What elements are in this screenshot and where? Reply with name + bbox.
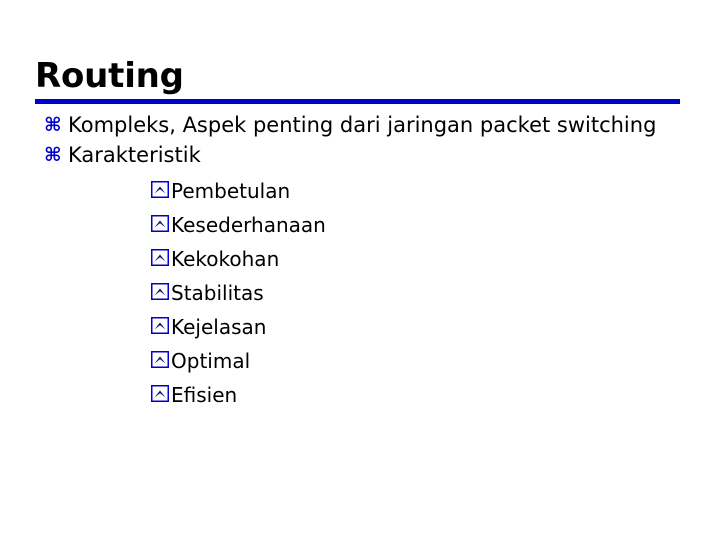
- command-bullet-icon: ⌘: [44, 114, 62, 136]
- caret-box-bullet-icon: [151, 351, 169, 368]
- list-item-level2: Pembetulan: [68, 174, 668, 208]
- sub-outline-list: Pembetulan Kesederhanaan Kekokohan Stabi…: [68, 174, 668, 412]
- caret-box-bullet-icon: [151, 283, 169, 300]
- list-item-label: Kekokohan: [171, 247, 280, 271]
- command-bullet-icon: ⌘: [44, 144, 62, 166]
- list-item-label: Optimal: [171, 349, 251, 373]
- list-item-level2: Stabilitas: [68, 276, 668, 310]
- list-item-label: Pembetulan: [171, 179, 291, 203]
- list-item-label: Karakteristik: [68, 143, 201, 167]
- outline-list: ⌘ Kompleks, Aspek penting dari jaringan …: [0, 110, 720, 412]
- list-item-label: Efisien: [171, 383, 238, 407]
- caret-box-bullet-icon: [151, 317, 169, 334]
- slide-body: ⌘ Kompleks, Aspek penting dari jaringan …: [0, 110, 720, 412]
- caret-box-bullet-icon: [151, 385, 169, 402]
- list-item-level2: Optimal: [68, 344, 668, 378]
- title-block: Routing: [35, 57, 685, 95]
- page-title: Routing: [35, 56, 184, 96]
- caret-box-bullet-icon: [151, 215, 169, 232]
- list-item-level2: Efisien: [68, 378, 668, 412]
- list-item-label: Kesederhanaan: [171, 213, 326, 237]
- caret-box-bullet-icon: [151, 249, 169, 266]
- list-item-level2: Kejelasan: [68, 310, 668, 344]
- list-item-label: Stabilitas: [171, 281, 264, 305]
- list-item-level1: ⌘ Karakteristik Pembetulan Kesederhanaan…: [0, 140, 668, 412]
- slide-canvas: Routing ⌘ Kompleks, Aspek penting dari j…: [0, 0, 720, 540]
- list-item-label: Kejelasan: [171, 315, 267, 339]
- list-item-label: Kompleks, Aspek penting dari jaringan pa…: [68, 113, 657, 137]
- list-item-level1: ⌘ Kompleks, Aspek penting dari jaringan …: [0, 110, 668, 140]
- caret-box-bullet-icon: [151, 181, 169, 198]
- list-item-level2: Kesederhanaan: [68, 208, 668, 242]
- list-item-level2: Kekokohan: [68, 242, 668, 276]
- title-underline-rule: [35, 99, 680, 104]
